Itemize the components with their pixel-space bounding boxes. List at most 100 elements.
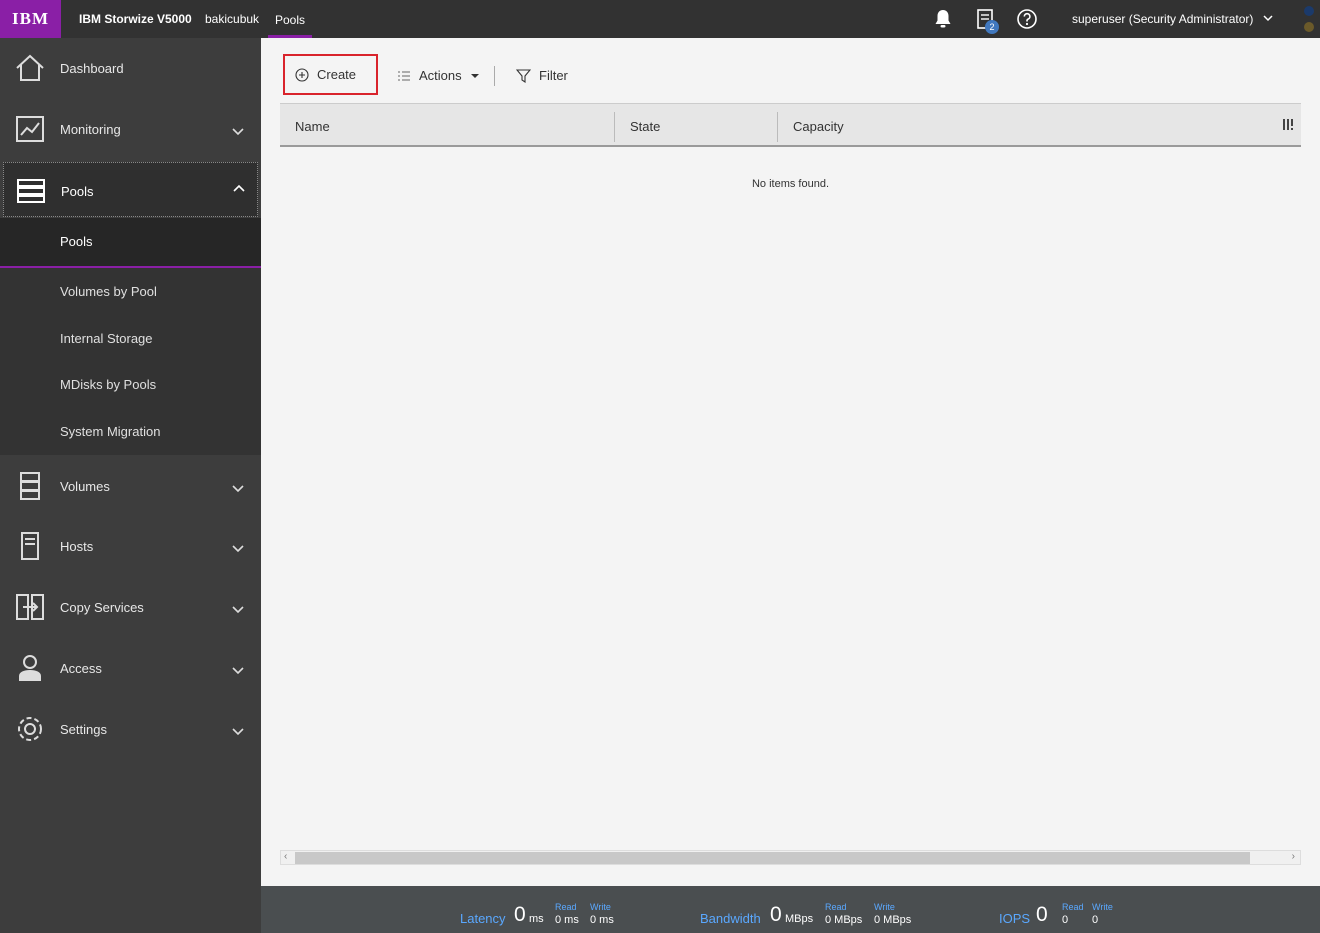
notifications-bell-icon[interactable] <box>932 8 954 30</box>
submenu-item-label: Pools <box>60 234 93 249</box>
iops-read-label: Read <box>1062 902 1084 912</box>
scroll-right-icon[interactable]: › <box>1292 851 1295 862</box>
latency-value: 0 <box>514 903 526 926</box>
main-content: Create Actions Filter Name State Capacit… <box>261 38 1320 886</box>
latency-label: Latency <box>460 911 506 926</box>
pools-submenu: Pools Volumes by Pool Internal Storage M… <box>0 218 261 455</box>
monitoring-icon <box>16 116 44 142</box>
toolbar-divider <box>494 66 495 86</box>
horizontal-scrollbar[interactable]: ‹ › <box>280 850 1301 865</box>
list-icon <box>398 70 410 81</box>
volumes-icon <box>20 472 40 500</box>
column-divider[interactable] <box>614 112 615 142</box>
sidebar: Dashboard Monitoring Pools Pools Volumes… <box>0 38 261 933</box>
actions-menu-button[interactable]: Actions <box>397 68 480 83</box>
latency-unit: ms <box>529 913 544 925</box>
scroll-left-icon[interactable]: ‹ <box>284 851 287 862</box>
status-indicator-icon <box>1304 6 1314 16</box>
submenu-item-label: System Migration <box>60 424 161 439</box>
product-name: IBM Storwize V5000 <box>79 12 192 26</box>
submenu-item-internal-storage[interactable]: Internal Storage <box>0 315 261 362</box>
system-name[interactable]: bakicubuk <box>205 12 259 26</box>
home-icon <box>16 54 44 81</box>
column-picker-icon[interactable] <box>1282 118 1296 131</box>
empty-table-message: No items found. <box>751 178 830 190</box>
sidebar-item-label: Pools <box>61 184 94 199</box>
bandwidth-read-label: Read <box>825 902 847 912</box>
chevron-down-icon <box>232 485 244 493</box>
iops-label: IOPS <box>999 911 1031 926</box>
filter-button-label: Filter <box>539 68 568 83</box>
column-header-name[interactable]: Name <box>295 119 330 134</box>
copy-services-icon <box>16 594 44 620</box>
performance-status-bar[interactable]: Latency 0 ms Read 0 ms Write 0 ms Bandwi… <box>261 886 1320 933</box>
submenu-item-pools[interactable]: Pools <box>0 218 261 268</box>
add-circle-icon <box>295 67 309 82</box>
chevron-down-icon <box>232 545 244 553</box>
bandwidth-unit: MBps <box>785 913 814 925</box>
submenu-item-mdisks-by-pools[interactable]: MDisks by Pools <box>0 361 261 408</box>
actions-button-label: Actions <box>419 68 462 83</box>
breadcrumb[interactable]: Pools <box>268 0 313 38</box>
table-header: Name State Capacity <box>280 103 1301 147</box>
scrollbar-thumb[interactable] <box>295 852 1250 864</box>
logo-text: IBM <box>12 9 49 28</box>
hosts-icon <box>21 532 39 560</box>
status-indicator-icon <box>1304 22 1314 32</box>
tasks-count-badge: 2 <box>985 20 999 34</box>
chevron-down-icon <box>232 667 244 675</box>
sidebar-item-label: Monitoring <box>60 122 121 137</box>
sidebar-item-settings[interactable]: Settings <box>0 699 261 759</box>
submenu-item-system-migration[interactable]: System Migration <box>0 408 261 455</box>
chevron-down-icon <box>232 128 244 136</box>
ibm-logo[interactable]: IBM <box>0 0 61 38</box>
filter-button[interactable]: Filter <box>516 68 568 83</box>
sidebar-item-volumes[interactable]: Volumes <box>0 456 261 516</box>
bandwidth-write-value: 0 MBps <box>874 914 912 926</box>
latency-read-value: 0 ms <box>555 914 579 926</box>
create-button[interactable]: Create <box>283 54 378 95</box>
user-menu[interactable]: superuser (Security Administrator) <box>1072 12 1253 26</box>
latency-read-label: Read <box>555 902 577 912</box>
sidebar-item-label: Settings <box>60 722 107 737</box>
iops-write-label: Write <box>1092 902 1113 912</box>
top-bar: IBM IBM Storwize V5000 bakicubuk Pools 2… <box>0 0 1320 38</box>
chevron-down-icon <box>232 728 244 736</box>
bandwidth-label: Bandwidth <box>700 911 761 926</box>
column-divider[interactable] <box>777 112 778 142</box>
create-button-label: Create <box>317 67 357 82</box>
access-icon <box>19 655 41 681</box>
iops-write-value: 0 <box>1092 914 1099 926</box>
sidebar-item-label: Volumes <box>60 479 110 494</box>
column-header-state[interactable]: State <box>630 119 660 134</box>
bandwidth-read-value: 0 MBps <box>825 914 863 926</box>
caret-down-icon <box>470 73 479 78</box>
filter-icon <box>516 68 531 83</box>
chevron-down-icon[interactable] <box>1262 12 1274 24</box>
submenu-item-volumes-by-pool[interactable]: Volumes by Pool <box>0 268 261 315</box>
gear-icon <box>18 717 42 741</box>
column-header-capacity[interactable]: Capacity <box>793 119 844 134</box>
iops-value: 0 <box>1036 903 1048 926</box>
bandwidth-write-label: Write <box>874 902 895 912</box>
latency-write-label: Write <box>590 902 611 912</box>
submenu-item-label: MDisks by Pools <box>60 377 157 392</box>
chevron-up-icon <box>233 184 245 192</box>
submenu-item-label: Internal Storage <box>60 331 153 346</box>
sidebar-item-access[interactable]: Access <box>0 638 261 698</box>
chevron-down-icon <box>232 606 244 614</box>
bandwidth-value: 0 <box>770 903 782 926</box>
sidebar-item-label: Copy Services <box>60 600 144 615</box>
sidebar-item-label: Dashboard <box>60 61 124 76</box>
submenu-item-label: Volumes by Pool <box>60 284 157 299</box>
pools-icon <box>17 179 45 203</box>
sidebar-item-dashboard[interactable]: Dashboard <box>0 38 261 98</box>
sidebar-item-monitoring[interactable]: Monitoring <box>0 99 261 159</box>
sidebar-item-pools[interactable]: Pools <box>3 162 258 217</box>
sidebar-item-copy-services[interactable]: Copy Services <box>0 577 261 637</box>
latency-write-value: 0 ms <box>590 914 614 926</box>
sidebar-item-label: Access <box>60 661 102 676</box>
sidebar-item-hosts[interactable]: Hosts <box>0 516 261 576</box>
iops-read-value: 0 <box>1062 914 1069 926</box>
help-icon[interactable] <box>1016 8 1038 30</box>
